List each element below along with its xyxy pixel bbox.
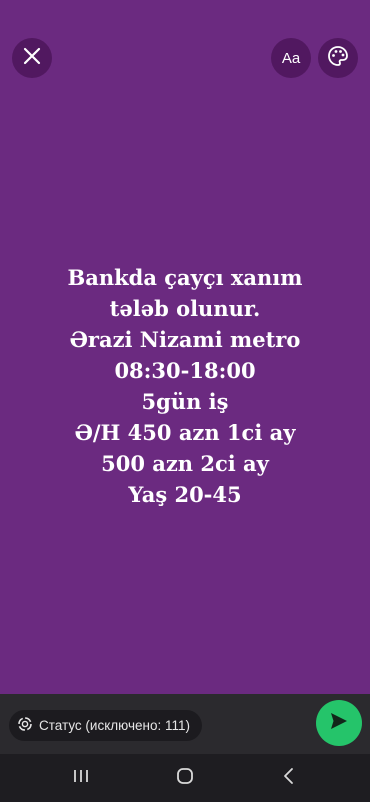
recents-button[interactable]	[66, 766, 96, 790]
status-line: 08:30-18:00	[114, 358, 256, 383]
audience-label: Статус (исключено: 111)	[39, 718, 190, 733]
palette-icon	[327, 45, 349, 71]
back-button[interactable]	[274, 766, 304, 790]
back-icon	[282, 767, 296, 789]
system-navigation-bar	[0, 754, 370, 802]
status-text[interactable]: Bankda çayçı xanım tələb olunur. Ərazi N…	[20, 262, 350, 510]
audience-selector[interactable]: Статус (исключено: 111)	[9, 710, 202, 741]
status-ring-icon	[17, 716, 33, 735]
send-button[interactable]	[316, 700, 362, 746]
home-button[interactable]	[170, 766, 200, 790]
status-footer: Статус (исключено: 111)	[0, 694, 370, 754]
status-line: Yaş 20-45	[128, 482, 242, 507]
status-line: 5gün iş	[141, 389, 229, 414]
color-palette-button[interactable]	[318, 38, 358, 78]
send-icon	[329, 711, 349, 735]
font-style-label: Aa	[281, 49, 301, 67]
status-line: 500 azn 2ci ay	[101, 451, 269, 476]
home-icon	[176, 767, 194, 789]
font-style-button[interactable]: Aa	[271, 38, 311, 78]
recents-icon	[72, 768, 90, 788]
close-button[interactable]	[12, 38, 52, 78]
close-icon	[23, 47, 41, 69]
status-line: tələb olunur.	[109, 296, 261, 321]
status-line: Bankda çayçı xanım	[67, 265, 303, 290]
status-line: Ərazi Nizami metro	[69, 327, 301, 352]
status-line: Ə/H 450 azn 1ci ay	[74, 420, 296, 445]
